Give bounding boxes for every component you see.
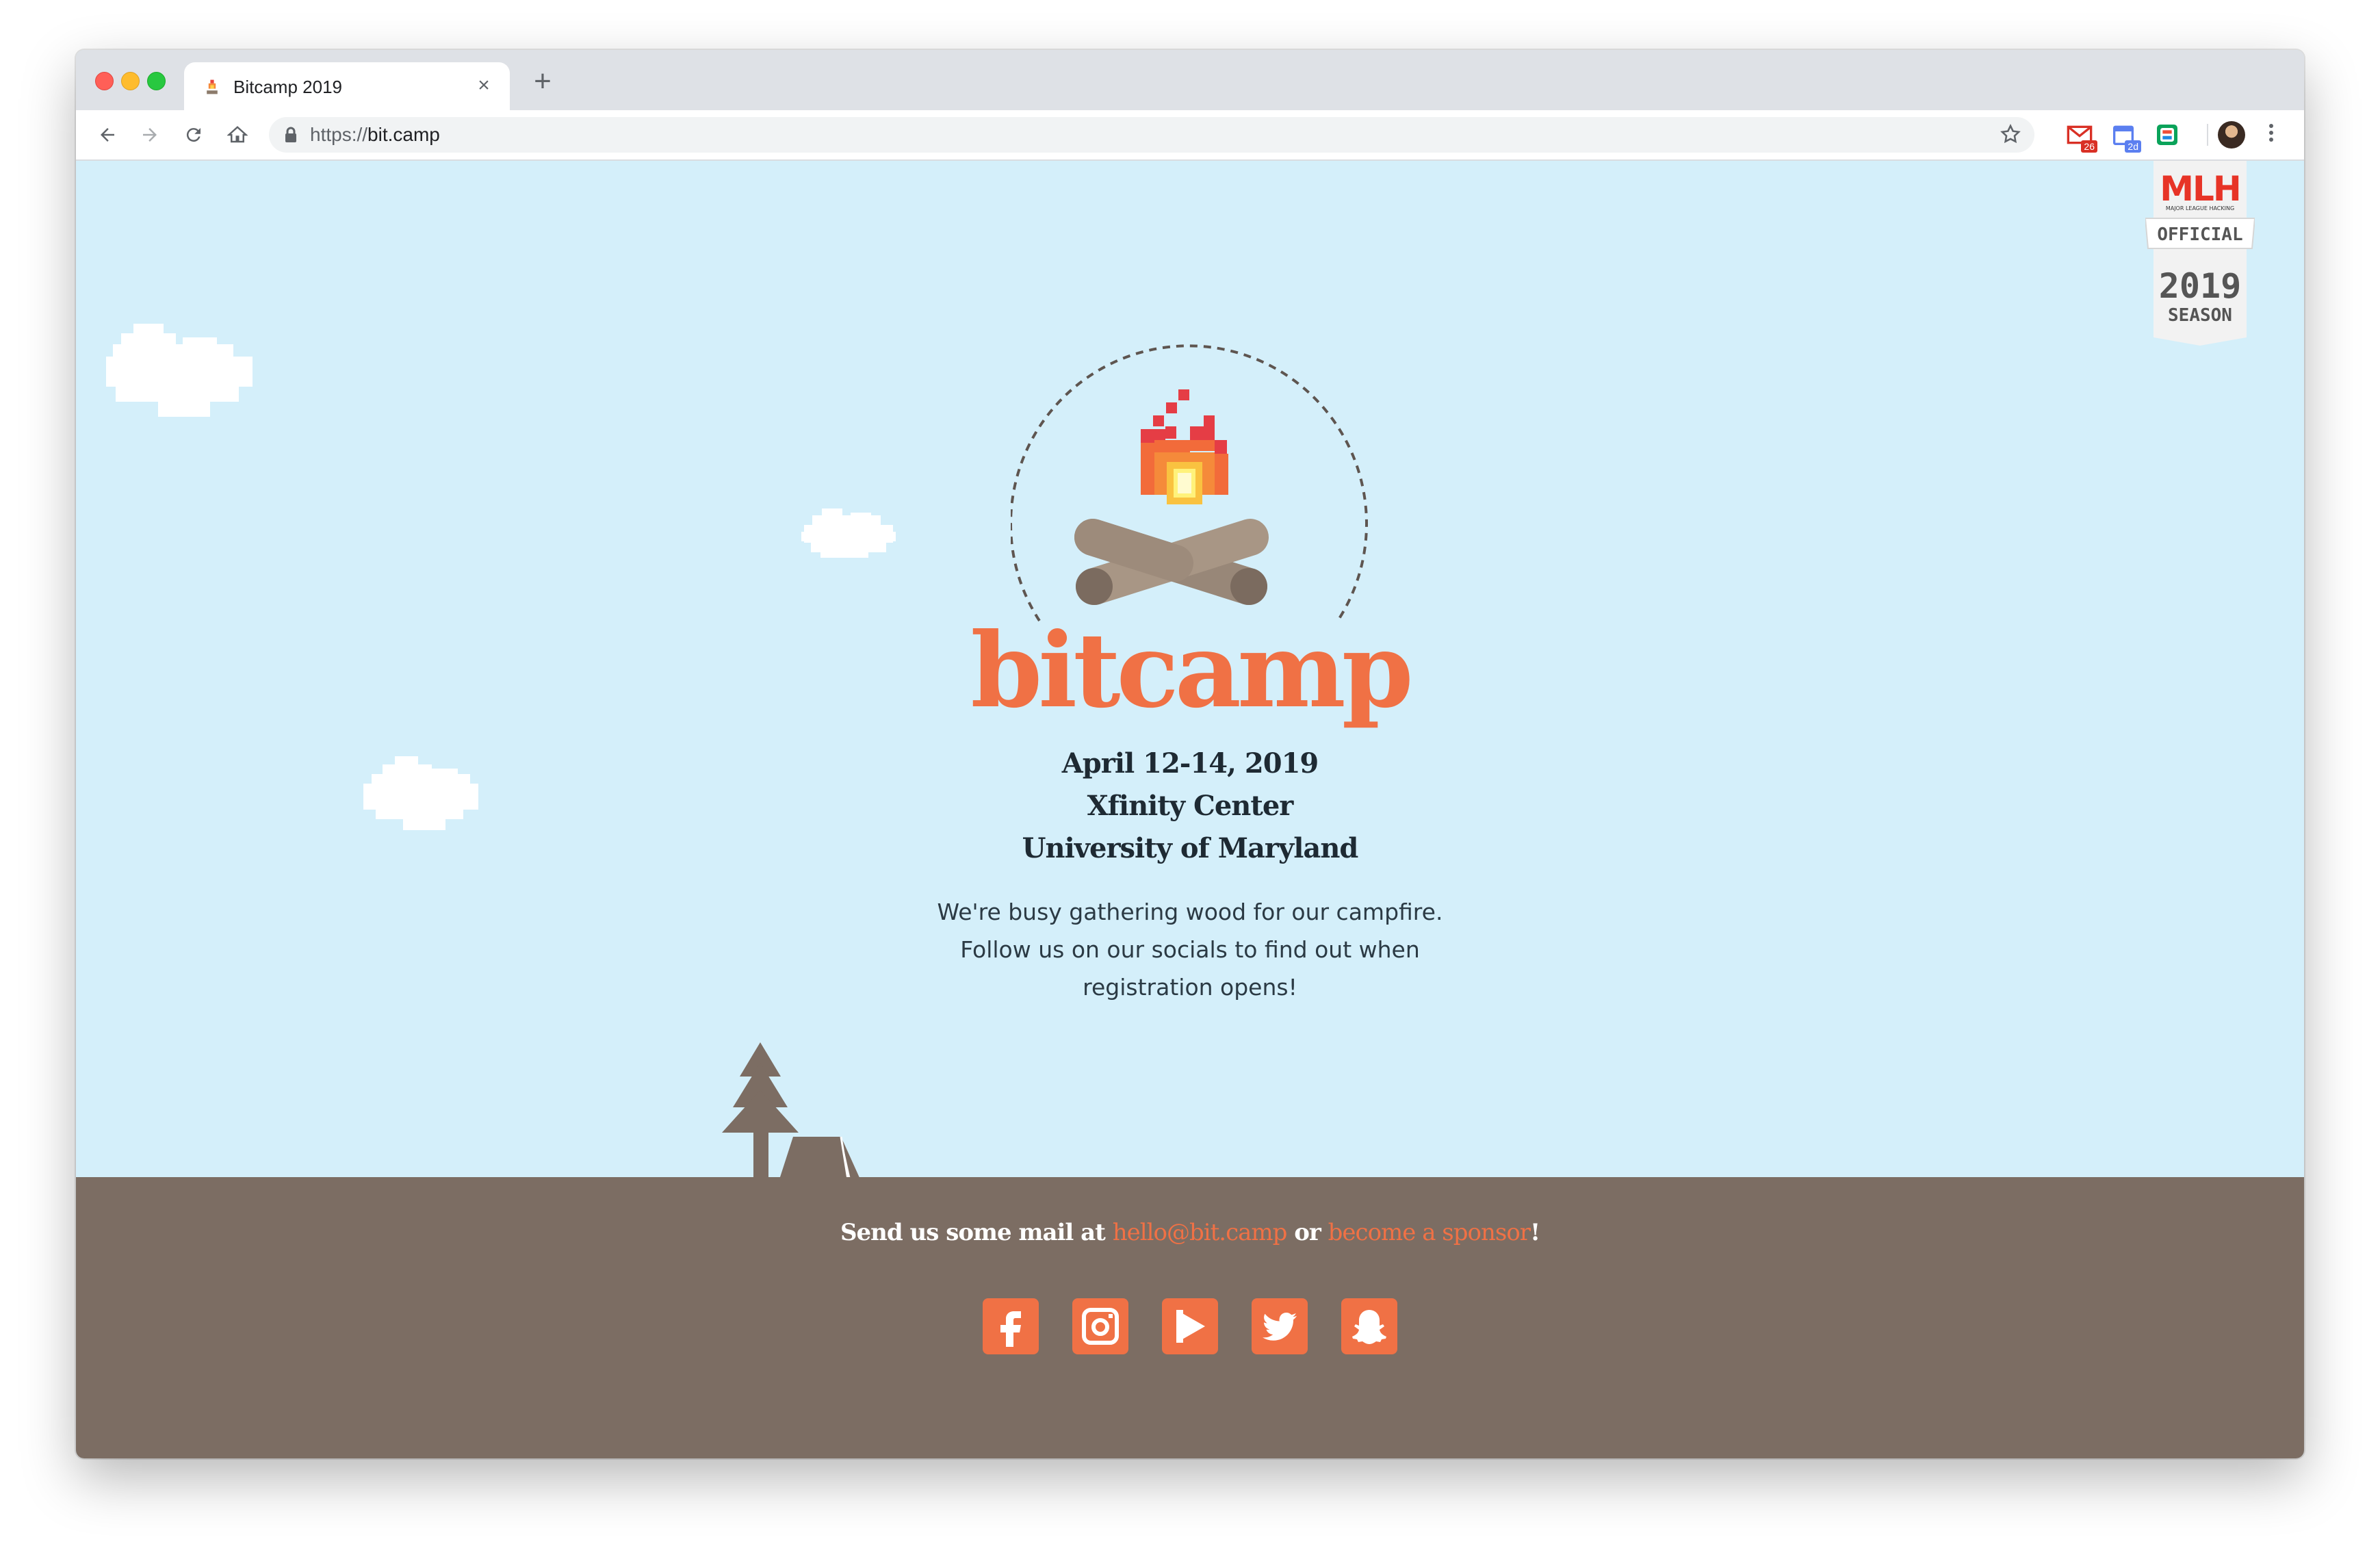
tab-bitcamp[interactable]: Bitcamp 2019 × <box>184 62 510 112</box>
snapchat-link[interactable] <box>1341 1298 1397 1354</box>
event-info: April 12-14, 2019 Xfinity Center Univers… <box>76 743 2304 870</box>
tab-strip: Bitcamp 2019 × + <box>76 50 2304 112</box>
tab-close-button[interactable]: × <box>471 73 496 98</box>
profile-avatar[interactable] <box>2218 121 2245 149</box>
event-blurb: We're busy gathering wood for our campfi… <box>76 893 2304 1006</box>
stackshare-icon <box>2157 125 2177 145</box>
toolbar-separator <box>2207 124 2208 146</box>
event-date: April 12-14, 2019 <box>1061 747 1319 780</box>
calendar-extension-button[interactable]: 2d <box>2110 121 2141 153</box>
sponsor-link[interactable]: become a sponsor <box>1328 1219 1531 1246</box>
bookmark-star-icon[interactable] <box>1999 123 2022 146</box>
reload-button[interactable] <box>179 120 209 150</box>
tab-title: Bitcamp 2019 <box>233 77 342 97</box>
arrow-right-icon <box>143 128 157 142</box>
back-button[interactable] <box>92 120 122 150</box>
page-content: bitcamp April 12-14, 2019 Xfinity Center… <box>76 161 2304 1458</box>
contact-suffix: ! <box>1530 1219 1540 1246</box>
play-icon <box>1176 1310 1205 1343</box>
mlh-season: SEASON <box>2168 305 2232 326</box>
social-links <box>76 1298 2304 1354</box>
contact-prefix: Send us some mail at <box>840 1219 1113 1246</box>
browser-window: Bitcamp 2019 × + https://bit.camp 26 2d … <box>76 50 2304 1458</box>
url-host: bit.camp <box>367 124 440 145</box>
url-text: https://bit.camp <box>310 124 440 146</box>
minimize-window-button[interactable] <box>121 72 140 90</box>
home-icon <box>227 126 248 143</box>
campfire-logo-icon <box>1011 344 1368 622</box>
cloud-small <box>801 508 896 558</box>
facebook-link[interactable] <box>983 1298 1039 1354</box>
event-university: University of Maryland <box>1022 832 1359 864</box>
mlh-official: OFFICIAL <box>2157 224 2242 245</box>
event-venue: Xfinity Center <box>1087 790 1294 822</box>
tent-illustration <box>779 1137 860 1179</box>
close-window-button[interactable] <box>95 72 114 90</box>
url-scheme: https:// <box>310 124 368 145</box>
calendar-badge: 2d <box>2125 140 2141 153</box>
toolbar: https://bit.camp 26 2d <box>76 110 2304 161</box>
play-link[interactable] <box>1162 1298 1218 1354</box>
instagram-icon <box>1082 1308 1119 1345</box>
blurb-line-1: We're busy gathering wood for our campfi… <box>937 899 1443 925</box>
twitter-link[interactable] <box>1252 1298 1308 1354</box>
twitter-icon <box>1263 1312 1297 1341</box>
gmail-extension-button[interactable]: 26 <box>2066 121 2097 153</box>
facebook-icon <box>1000 1311 1021 1347</box>
new-tab-button[interactable]: + <box>528 66 558 98</box>
mlh-season-badge[interactable]: MLH MAJOR LEAGUE HACKING OFFICIAL 2019 S… <box>2145 161 2255 346</box>
mlh-year: 2019 <box>2159 266 2241 306</box>
address-bar[interactable]: https://bit.camp <box>269 117 2034 153</box>
mlh-logo-text: MLH <box>2160 169 2240 209</box>
cloud-large <box>106 324 253 417</box>
snapchat-icon <box>1352 1310 1386 1344</box>
maximize-window-button[interactable] <box>147 72 166 90</box>
home-button[interactable] <box>222 120 253 150</box>
reload-icon <box>186 128 201 142</box>
forward-button[interactable] <box>135 120 165 150</box>
browser-menu-button[interactable] <box>2264 121 2278 149</box>
instagram-link[interactable] <box>1072 1298 1128 1354</box>
lock-icon <box>285 127 296 142</box>
email-link[interactable]: hello@bit.camp <box>1113 1219 1288 1246</box>
campfire-favicon-icon <box>207 79 218 94</box>
mlh-tagline: MAJOR LEAGUE HACKING <box>2166 205 2234 211</box>
contact-line: Send us some mail at hello@bit.camp or b… <box>76 1219 2304 1246</box>
arrow-left-icon <box>101 128 114 142</box>
gmail-badge: 26 <box>2081 140 2097 153</box>
blurb-line-3: registration opens! <box>1083 974 1297 1001</box>
blurb-line-2: Follow us on our socials to find out whe… <box>960 936 1420 963</box>
stackshare-extension-button[interactable] <box>2153 121 2181 149</box>
contact-middle: or <box>1286 1219 1328 1246</box>
logo-wordmark: bitcamp <box>970 610 1413 731</box>
